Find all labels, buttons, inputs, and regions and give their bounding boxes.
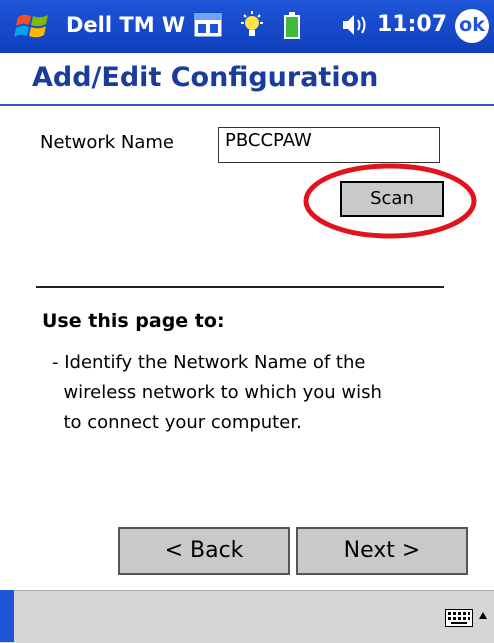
network-name-label: Network Name: [40, 132, 174, 153]
help-text: - Identify the Network Name of the wirel…: [52, 352, 382, 433]
left-accent-bar: [0, 590, 14, 642]
section-divider: [36, 286, 444, 288]
back-button[interactable]: < Back: [118, 527, 290, 575]
help-heading: Use this page to:: [42, 310, 225, 332]
keyboard-icon[interactable]: [445, 609, 473, 627]
clock[interactable]: 11:07: [377, 12, 447, 37]
battery-icon[interactable]: [283, 12, 301, 40]
volume-icon[interactable]: [341, 12, 369, 38]
bulb-icon[interactable]: [238, 10, 266, 40]
up-arrow-icon[interactable]: [478, 611, 488, 621]
network-name-input[interactable]: PBCCPAW: [218, 127, 440, 163]
page-title: Add/Edit Configuration: [32, 62, 379, 93]
highlight-circle: [303, 163, 477, 239]
title-bar: Dell TM W 11:07 ok: [0, 0, 494, 53]
ok-button[interactable]: ok: [455, 9, 489, 43]
network-icon[interactable]: [193, 12, 223, 38]
next-button[interactable]: Next >: [296, 527, 468, 575]
screen: Dell TM W 11:07 ok Add/Edit Configuratio…: [0, 0, 494, 643]
windows-start-icon[interactable]: [14, 9, 52, 43]
bottom-menu-bar: [0, 590, 494, 643]
app-title: Dell TM W: [66, 13, 186, 37]
title-divider: [0, 104, 494, 106]
